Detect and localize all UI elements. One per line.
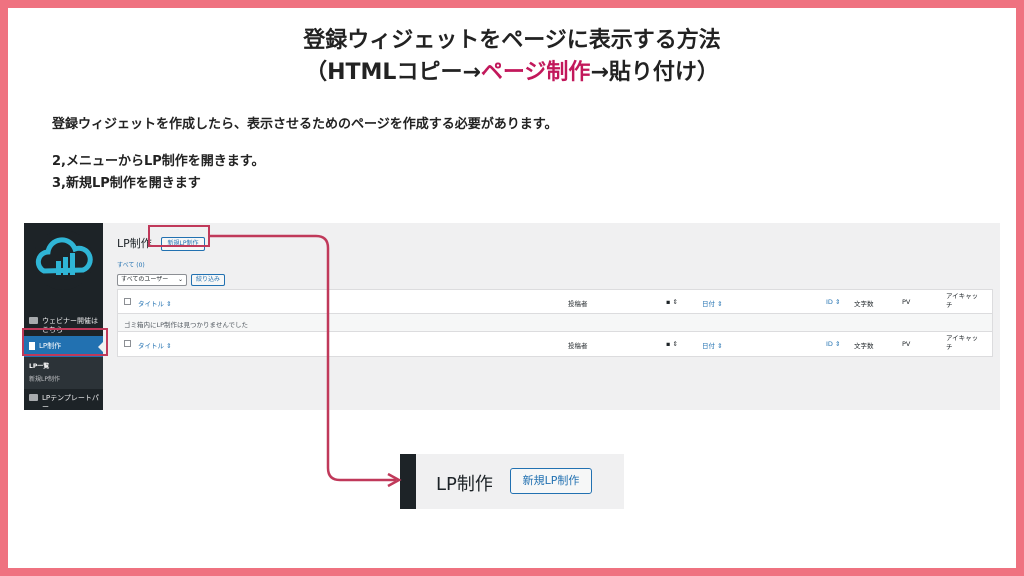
wp-admin-screenshot: ウェビナー開催は こちら LP制作 LP一覧 新規LP制作 LPテンプレートパー…: [24, 223, 1000, 410]
subtitle-accent: ページ制作: [480, 60, 591, 85]
video-icon: [29, 317, 38, 324]
col-title-footer[interactable]: タイトル ⇕: [138, 340, 172, 350]
subtitle-post: →貼り付け）: [590, 60, 719, 85]
comment-icon-footer[interactable]: ▪ ⇕: [666, 340, 678, 348]
col-eyecatch: アイキャッ チ: [946, 292, 979, 309]
step-2-text: 2,メニューからLP制作を開きます。: [52, 154, 265, 169]
table-header: タイトル ⇕ 投稿者 ▪ ⇕ 日付 ⇕ ID ⇕ 文字数 PV アイキャッ チ: [118, 290, 992, 314]
col-pv-footer: PV: [902, 340, 911, 348]
col-title[interactable]: タイトル ⇕: [138, 298, 172, 308]
col-id-footer[interactable]: ID ⇕: [826, 340, 840, 348]
sidebar-item-template-label: LPテンプレートパー ツ: [42, 394, 99, 410]
highlight-new-lp-button: [148, 225, 210, 247]
subtitle-pre: （HTMLコピー→: [305, 60, 481, 85]
filter-all-link[interactable]: すべて (0): [117, 260, 145, 269]
submenu-new-lp[interactable]: 新規LP制作: [29, 370, 103, 383]
col-id[interactable]: ID ⇕: [826, 298, 840, 306]
folder-icon: [29, 394, 38, 401]
step-3-text: 3,新規LP制作を開きます: [52, 176, 201, 191]
col-title-label: タイトル: [138, 300, 164, 308]
select-all-checkbox-footer[interactable]: [124, 340, 131, 347]
slide: 登録ウィジェットをページに表示する方法 （HTMLコピー→ページ制作→貼り付け）…: [8, 8, 1016, 568]
col-date-footer[interactable]: 日付 ⇕: [702, 340, 723, 350]
col-chars-footer: 文字数: [854, 342, 874, 350]
lp-table: タイトル ⇕ 投稿者 ▪ ⇕ 日付 ⇕ ID ⇕ 文字数 PV アイキャッ チ …: [117, 289, 993, 357]
user-filter-select[interactable]: すべてのユーザー ⌄: [117, 274, 187, 286]
sidebar-submenu: LP一覧 新規LP制作: [24, 357, 103, 389]
intro-text: 登録ウィジェットを作成したら、表示させるためのページを作成する必要があります。: [52, 117, 558, 132]
col-id-label: ID: [826, 298, 833, 306]
col-date-label: 日付: [702, 300, 715, 308]
col-date[interactable]: 日付 ⇕: [702, 298, 723, 308]
zoom-sidebar-strip: [400, 454, 416, 509]
col-eyecatch-footer: アイキャッ チ: [946, 334, 979, 351]
page-title: LP制作: [117, 237, 152, 250]
wp-sidebar: ウェビナー開催は こちら LP制作 LP一覧 新規LP制作 LPテンプレートパー…: [24, 223, 103, 410]
cloud-chart-logo-icon: [33, 230, 93, 290]
user-filter-value: すべてのユーザー: [121, 276, 169, 283]
table-footer: タイトル ⇕ 投稿者 ▪ ⇕ 日付 ⇕ ID ⇕ 文字数 PV アイキャッ チ: [118, 332, 992, 356]
submenu-lp-list[interactable]: LP一覧: [29, 357, 103, 370]
col-date-footer-label: 日付: [702, 342, 715, 350]
sidebar-item-template[interactable]: LPテンプレートパー ツ: [24, 394, 103, 410]
select-all-checkbox[interactable]: [124, 298, 131, 305]
col-author-footer: 投稿者: [568, 342, 588, 350]
slide-title: 登録ウィジェットをページに表示する方法: [303, 28, 721, 53]
col-title-footer-label: タイトル: [138, 342, 164, 350]
highlight-sidebar-lp: [22, 328, 108, 356]
empty-message: ゴミ箱内にLP制作は見つかりませんでした: [124, 321, 249, 329]
zoom-page-title: LP制作: [436, 474, 493, 495]
filter-button[interactable]: 絞り込み: [191, 274, 225, 286]
empty-row: ゴミ箱内にLP制作は見つかりませんでした: [118, 314, 992, 332]
chevron-down-icon: ⌄: [177, 276, 183, 283]
zoom-new-lp-button[interactable]: 新規LP制作: [510, 468, 592, 494]
col-id-footer-label: ID: [826, 340, 833, 348]
col-chars: 文字数: [854, 300, 874, 308]
wp-main-content: LP制作 新規LP制作 すべて (0) すべてのユーザー ⌄ 絞り込み タイトル …: [103, 223, 1000, 410]
col-pv: PV: [902, 298, 911, 306]
col-author: 投稿者: [568, 300, 588, 308]
comment-icon[interactable]: ▪ ⇕: [666, 298, 678, 306]
zoomed-heading-panel: LP制作 新規LP制作: [400, 454, 624, 509]
slide-subtitle: （HTMLコピー→ページ制作→貼り付け）: [8, 58, 1016, 88]
